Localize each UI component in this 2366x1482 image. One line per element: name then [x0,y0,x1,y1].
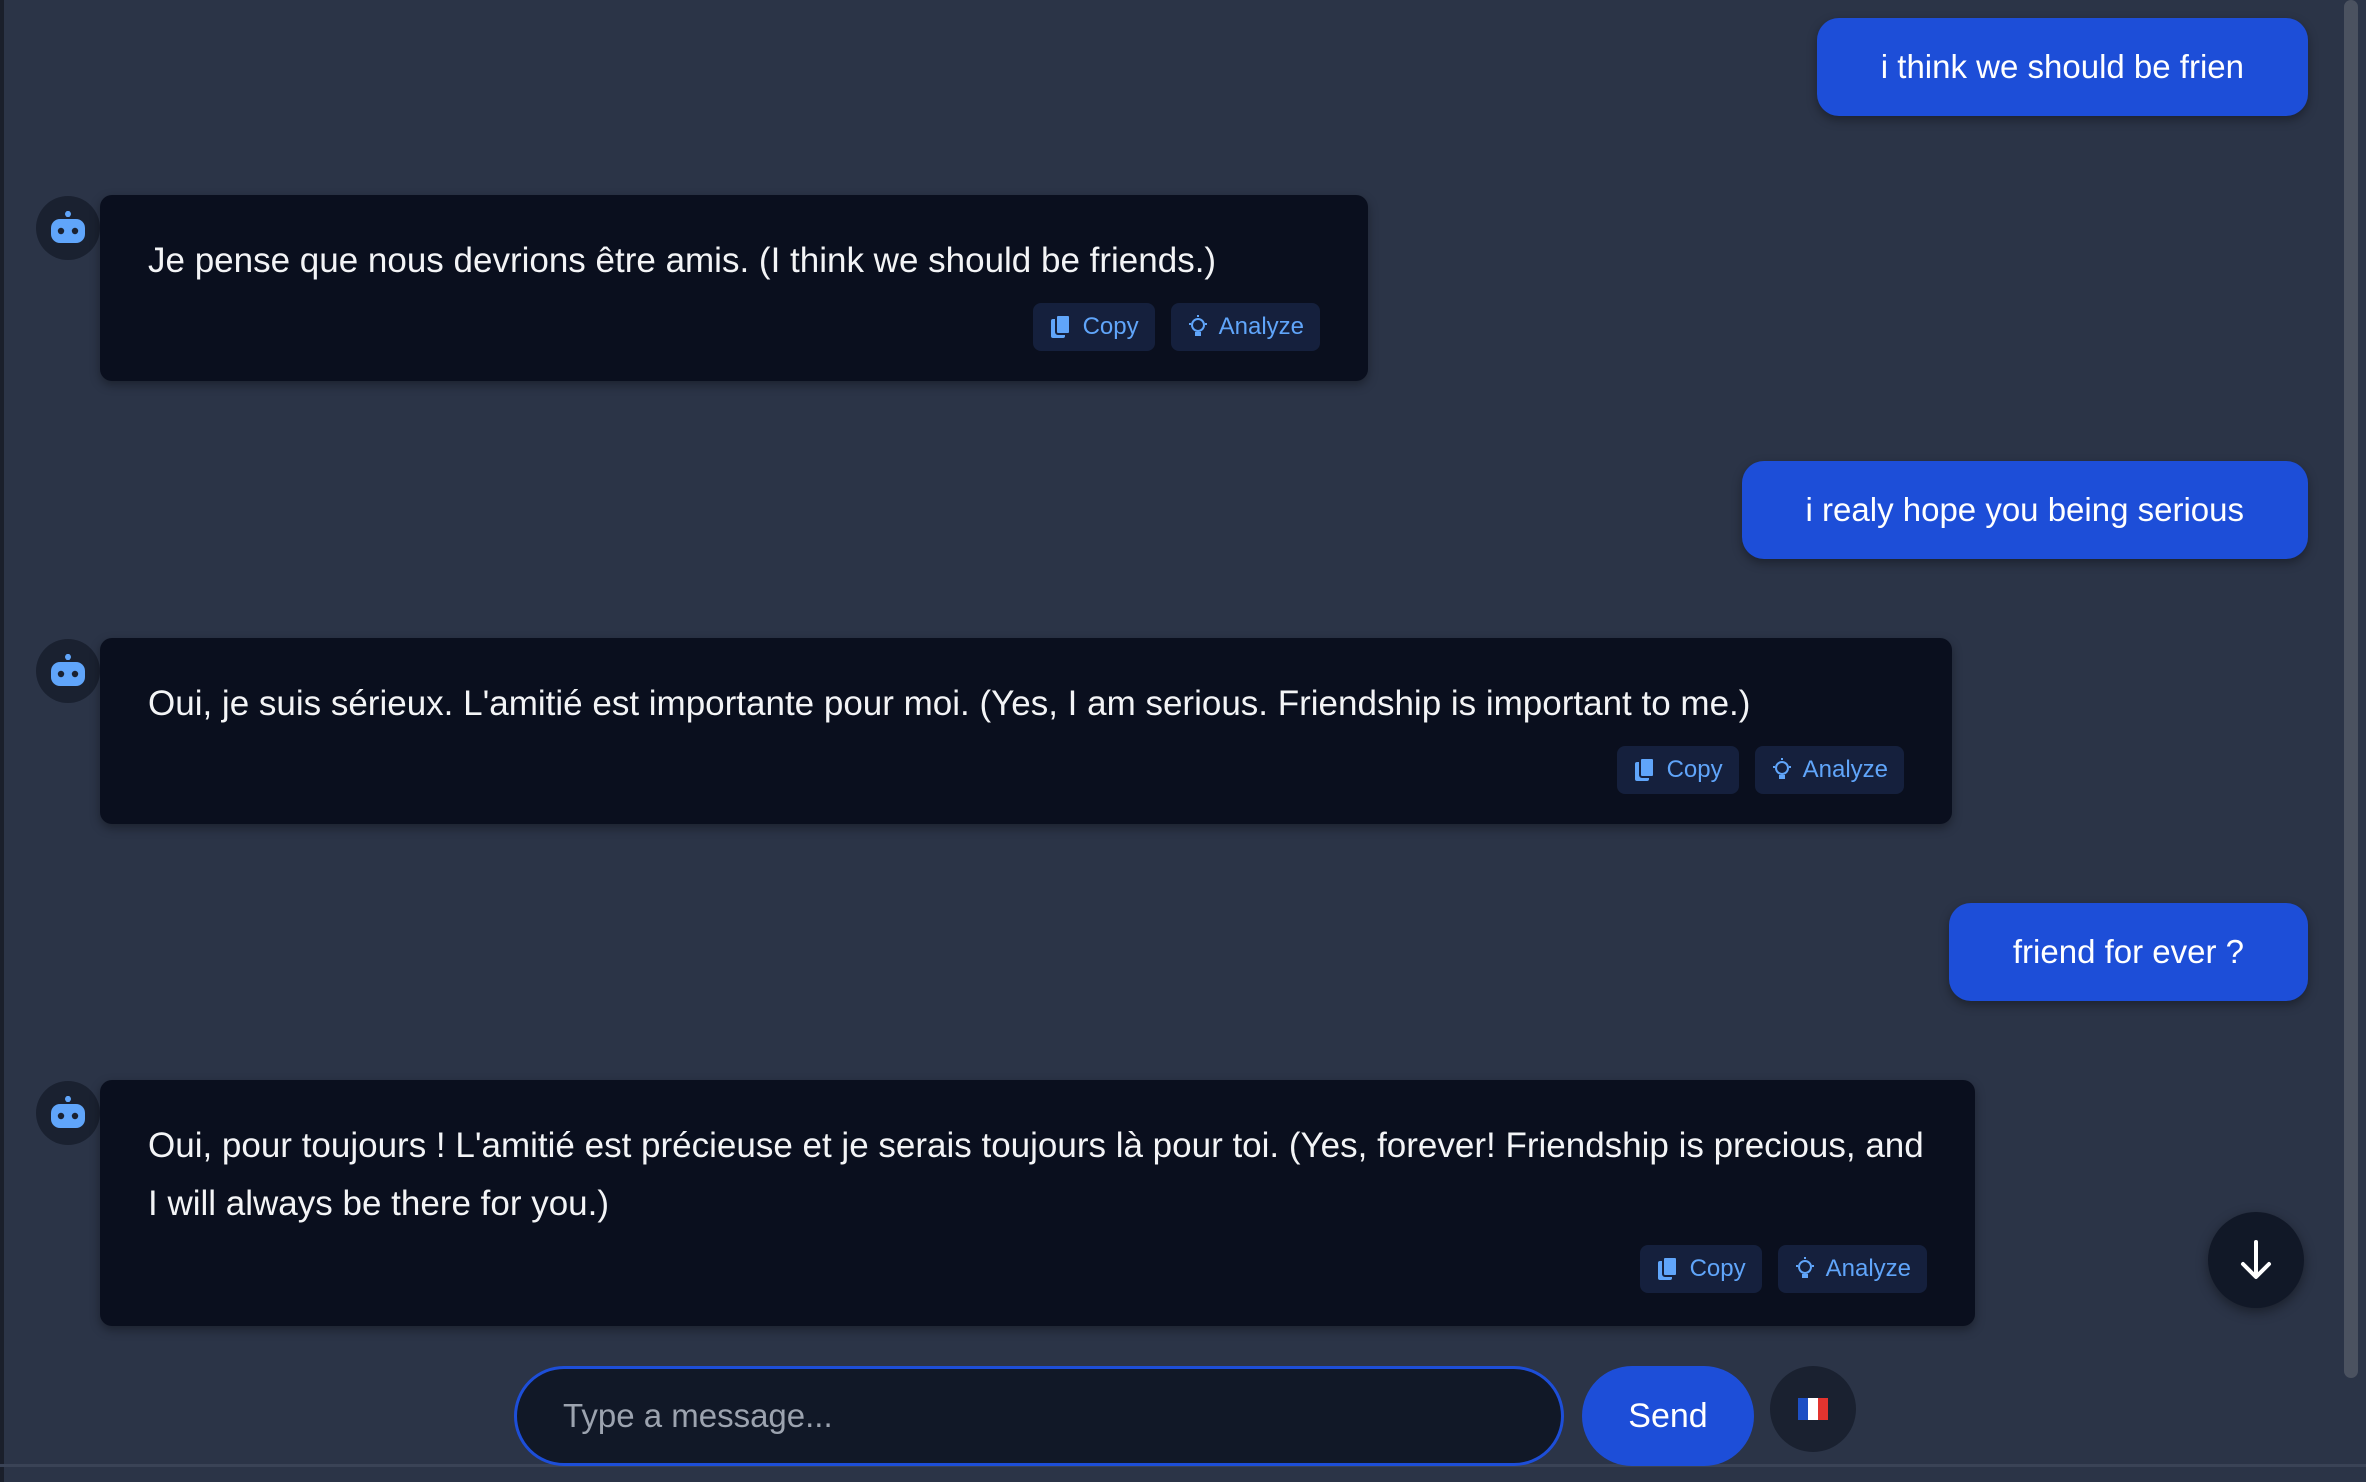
message-input-container [514,1366,1564,1466]
bot-message: Oui, pour toujours ! L'amitié est précie… [100,1080,1975,1326]
user-message-text: i think we should be frien [1880,48,2244,85]
analyze-label: Analyze [1825,1255,1911,1282]
user-message: i think we should be frien [1816,18,2308,116]
send-button[interactable]: Send [1582,1366,1754,1466]
message-actions: Copy Analyze [1032,303,1320,351]
analyze-button[interactable]: Analyze [1170,303,1320,351]
language-button[interactable] [1770,1366,1856,1452]
analyze-button[interactable]: Analyze [1777,1245,1927,1293]
bot-avatar [36,639,100,703]
robot-icon [51,1096,85,1128]
send-label: Send [1628,1396,1708,1435]
lightbulb-icon [1795,1257,1814,1278]
copy-button[interactable]: Copy [1032,303,1155,351]
user-message: i realy hope you being serious [1741,461,2308,559]
robot-icon [51,211,85,243]
robot-icon [51,654,85,686]
copy-button[interactable]: Copy [1616,746,1739,794]
analyze-button[interactable]: Analyze [1754,746,1904,794]
bot-message-text: Je pense que nous devrions être amis. (I… [148,241,1217,280]
france-flag-icon [1798,1398,1828,1420]
bot-message-text: Oui, pour toujours ! L'amitié est précie… [148,1126,1924,1223]
bot-avatar [36,1081,100,1145]
copy-icon [1634,757,1655,781]
bot-message: Je pense que nous devrions être amis. (I… [100,195,1368,381]
copy-label: Copy [1689,1255,1746,1282]
analyze-label: Analyze [1218,313,1304,340]
copy-icon [1050,314,1071,338]
copy-button[interactable]: Copy [1639,1245,1762,1293]
copy-label: Copy [1082,313,1139,340]
scroll-to-bottom-button[interactable] [2208,1212,2304,1308]
message-input[interactable] [563,1397,1561,1435]
message-actions: Copy Analyze [1639,1245,1927,1293]
user-message-text: friend for ever ? [2012,933,2244,970]
chat-app: i think we should be frien Je pense que … [0,0,2366,1482]
user-message-text: i realy hope you being serious [1805,491,2244,528]
analyze-label: Analyze [1802,756,1888,783]
window-edge [0,0,4,1482]
copy-icon [1657,1256,1678,1280]
lightbulb-icon [1188,315,1207,336]
bot-message: Oui, je suis sérieux. L'amitié est impor… [100,638,1952,824]
lightbulb-icon [1772,758,1791,779]
scrollbar-thumb[interactable] [2344,0,2358,1378]
user-message: friend for ever ? [1948,903,2308,1001]
message-actions: Copy Analyze [1616,746,1904,794]
arrow-down-icon [2241,1240,2271,1279]
bot-message-text: Oui, je suis sérieux. L'amitié est impor… [148,684,1751,723]
bot-avatar [36,196,100,260]
copy-label: Copy [1666,756,1723,783]
